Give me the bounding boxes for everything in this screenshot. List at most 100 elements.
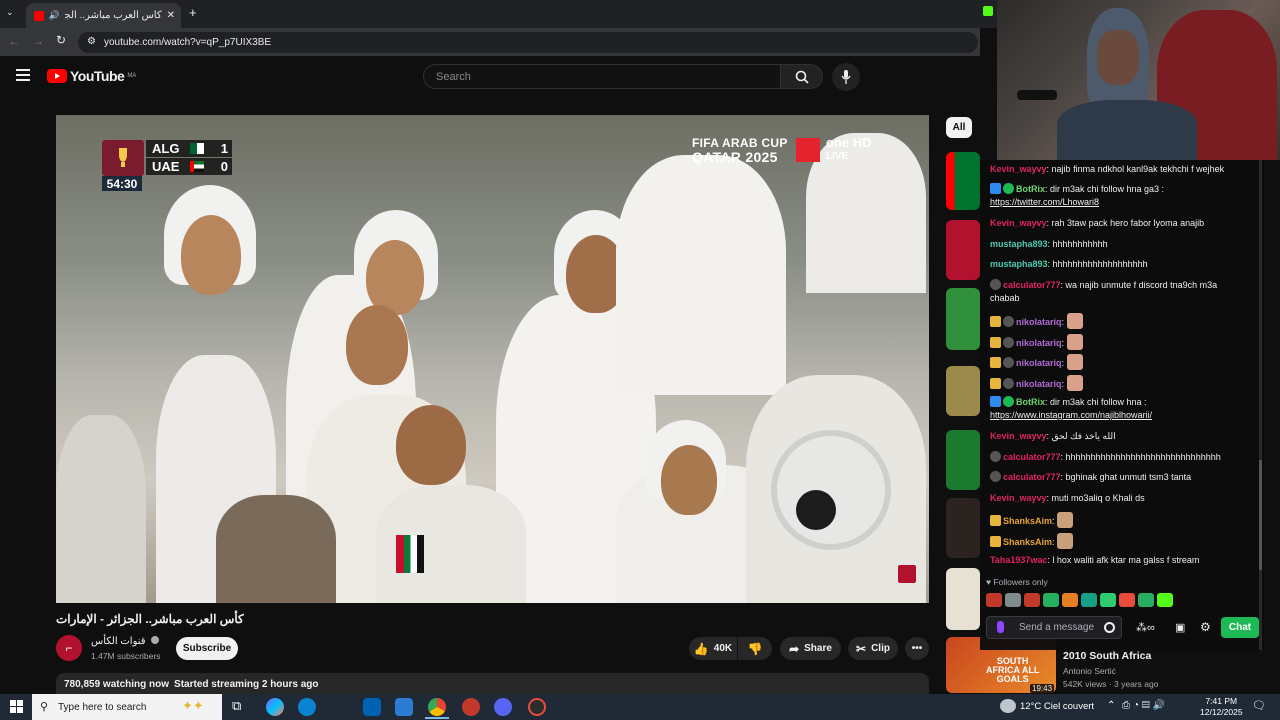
copilot-icon[interactable] xyxy=(266,698,284,716)
chat-username[interactable]: mustapha893 xyxy=(990,259,1048,269)
chevron-up-icon[interactable]: ⌃ xyxy=(1107,700,1115,711)
recommendation-thumb[interactable] xyxy=(946,152,980,210)
dislike-button[interactable]: 👎 xyxy=(738,637,772,660)
emote-icon[interactable] xyxy=(1062,593,1078,607)
emote-icon[interactable] xyxy=(1138,593,1154,607)
browser-tab[interactable]: 🔊 كأس العرب مباشر.. الجزائر - الإ ✕ xyxy=(26,3,181,28)
chat-message-input[interactable]: Send a message xyxy=(986,616,1122,639)
recommendation-thumb[interactable] xyxy=(946,288,980,350)
video-player[interactable]: ALG 1 UAE 0 54:30 FIFA ARAB CUP QATAR 20… xyxy=(56,115,929,603)
url-field[interactable]: ⚙ youtube.com/watch?v=qP_p7UIX3BE xyxy=(78,32,978,53)
address-bar-row: ← → ↻ ⚙ youtube.com/watch?v=qP_p7UIX3BE xyxy=(0,28,980,56)
menu-icon[interactable] xyxy=(16,69,30,81)
spectator-face xyxy=(346,305,408,385)
chat-username[interactable]: calculator777 xyxy=(1003,280,1061,290)
kick-extension-icon[interactable] xyxy=(983,6,993,16)
youtube-logo[interactable]: YouTube MA xyxy=(47,68,136,84)
emote-icon[interactable] xyxy=(1081,593,1097,607)
video-description-bar[interactable]: 780,859 watching now Started streaming 2… xyxy=(56,673,929,695)
chat-username[interactable]: mustapha893 xyxy=(990,239,1048,249)
recommendation-thumb[interactable] xyxy=(946,220,980,280)
recommended-video-channel[interactable]: Antonio Sertić xyxy=(1063,666,1116,676)
clock[interactable]: 7:41 PM 12/12/2025 xyxy=(1200,696,1243,718)
recommended-video-title[interactable]: 2010 South Africa xyxy=(1063,650,1151,662)
chat-link[interactable]: https://twitter.com/Lhowari8 xyxy=(990,197,1099,207)
chat-username[interactable]: nikolatariq xyxy=(1016,338,1062,348)
search-button[interactable] xyxy=(781,64,823,89)
filter-chip-all[interactable]: All xyxy=(946,117,972,138)
chat-username[interactable]: calculator777 xyxy=(1003,452,1061,462)
voice-search-button[interactable] xyxy=(832,63,860,91)
reload-icon[interactable]: ↻ xyxy=(56,33,66,47)
forward-icon[interactable]: → xyxy=(32,34,44,48)
score-away: 0 xyxy=(220,159,228,174)
new-tab-icon[interactable]: + xyxy=(189,5,197,20)
emote-icon[interactable] xyxy=(1005,593,1021,607)
discord-icon[interactable] xyxy=(494,698,512,716)
site-info-icon[interactable]: ⚙ xyxy=(87,36,96,47)
chat-username[interactable]: Kevin_wayvy xyxy=(990,164,1047,174)
taskbar-search-placeholder: Type here to search xyxy=(58,701,147,713)
microsoft-store-icon[interactable] xyxy=(363,698,381,716)
task-view-icon[interactable]: ⧉ xyxy=(232,698,250,716)
chat-username[interactable]: calculator777 xyxy=(1003,472,1061,482)
emote-icon[interactable] xyxy=(1024,593,1040,607)
subscribe-button[interactable]: Subscribe xyxy=(176,637,238,660)
gear-icon[interactable]: ⚙ xyxy=(1200,620,1211,634)
recommendation-thumb[interactable] xyxy=(946,430,980,490)
chat-username[interactable]: BotRix xyxy=(1016,184,1045,194)
notification-icon[interactable]: 🗨 xyxy=(1252,699,1266,712)
chat-username[interactable]: Kevin_wayvy xyxy=(990,431,1047,441)
back-icon[interactable]: ← xyxy=(8,34,20,48)
taskbar-search-input[interactable]: ⚲ Type here to search ✦✦ xyxy=(32,694,222,720)
chat-link[interactable]: https://www.instagram.com/najiblhowarii/ xyxy=(990,410,1152,420)
channel-watermark-icon xyxy=(898,565,916,583)
more-actions-button[interactable]: ••• xyxy=(905,637,929,660)
obs-icon[interactable] xyxy=(528,698,546,716)
mic-icon[interactable] xyxy=(997,621,1004,633)
verified-icon xyxy=(151,636,160,644)
outlook-icon[interactable] xyxy=(395,698,413,716)
emote-icon[interactable] xyxy=(986,593,1002,607)
chrome-icon[interactable] xyxy=(428,698,446,716)
windows-start-icon[interactable] xyxy=(10,700,23,713)
chat-username[interactable]: Kevin_wayvy xyxy=(990,218,1047,228)
recommendation-thumb[interactable] xyxy=(946,366,980,416)
app-icon[interactable] xyxy=(462,698,480,716)
share-button[interactable]: ➦ Share xyxy=(780,637,841,660)
emote-icon[interactable] xyxy=(1100,593,1116,607)
store-icon[interactable]: ▣ xyxy=(1175,621,1185,634)
tab-list-chevron-icon[interactable]: ⌄ xyxy=(6,7,14,18)
chat-username[interactable]: ShanksAim xyxy=(1003,516,1052,526)
channel-name[interactable]: قنوات الكأس xyxy=(91,636,160,647)
speaker-icon[interactable]: 🔊 xyxy=(49,10,60,21)
chat-username[interactable]: Kevin_wayvy xyxy=(990,493,1047,503)
chat-username[interactable]: BotRix xyxy=(1016,397,1045,407)
verified-badge-icon xyxy=(1003,183,1014,194)
recommendation-thumb[interactable] xyxy=(946,498,980,558)
arab-cup-trophy-icon xyxy=(102,140,144,176)
video-title: كأس العرب مباشر.. الجزائر - الإمارات xyxy=(56,612,244,626)
chat-send-button[interactable]: Chat xyxy=(1221,617,1259,638)
like-button[interactable]: 👍 40K xyxy=(689,637,737,660)
emote-icon[interactable] xyxy=(1119,593,1135,607)
chat-username[interactable]: ShanksAim xyxy=(1003,537,1052,547)
users-icon[interactable]: ⁂∞ xyxy=(1136,622,1155,634)
emote-icon[interactable] xyxy=(1043,593,1059,607)
search-input[interactable]: Search xyxy=(423,64,781,89)
clip-button[interactable]: ✂ Clip xyxy=(848,637,898,660)
channel-avatar[interactable]: ⌐ xyxy=(56,635,82,661)
tray-icons[interactable]: ⎙◔▤🔊 xyxy=(1122,700,1168,711)
edge-icon[interactable] xyxy=(298,698,316,716)
weather-widget[interactable]: 12°C Ciel couvert xyxy=(1020,701,1094,712)
emoji-icon[interactable] xyxy=(1104,622,1115,633)
chat-username[interactable]: nikolatariq xyxy=(1016,317,1062,327)
chat-username[interactable]: nikolatariq xyxy=(1016,379,1062,389)
chat-username[interactable]: nikolatariq xyxy=(1016,358,1062,368)
chat-username[interactable]: Taha1937wac xyxy=(990,555,1047,565)
emote-icon[interactable] xyxy=(1157,593,1173,607)
clock-date: 12/12/2025 xyxy=(1200,707,1243,717)
tab-close-icon[interactable]: ✕ xyxy=(167,10,175,21)
face-emote-icon xyxy=(1057,533,1074,549)
recommendation-thumb[interactable] xyxy=(946,568,980,630)
